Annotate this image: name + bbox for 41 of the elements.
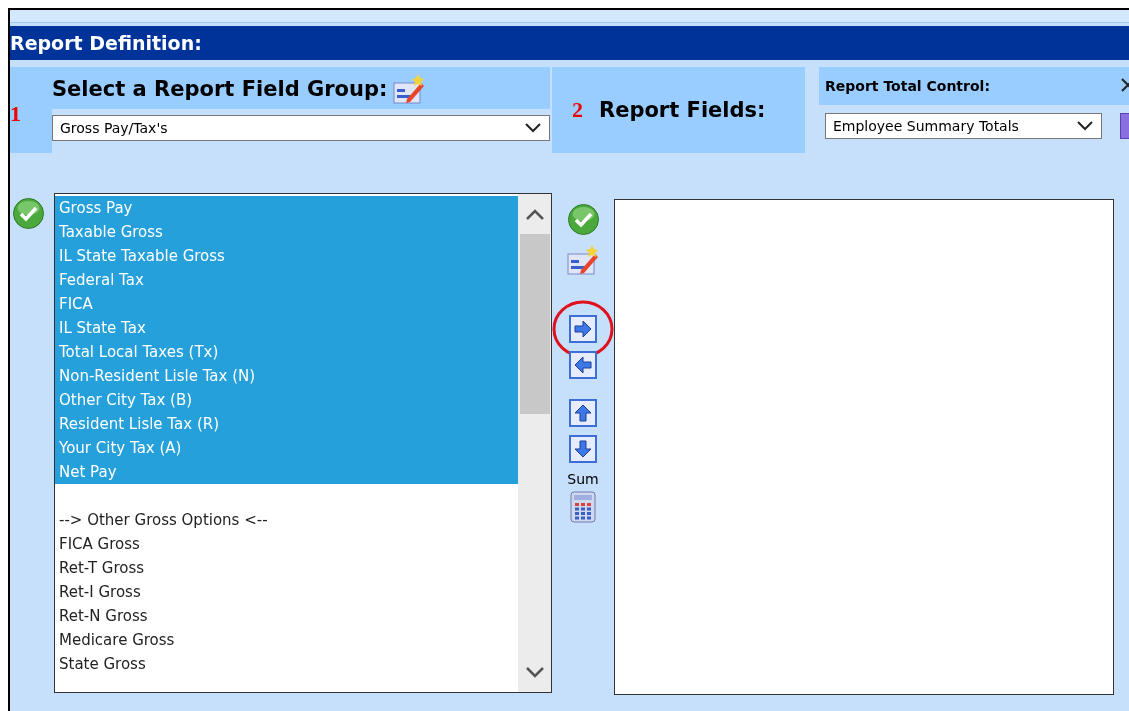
- list-option[interactable]: FICA Gross: [55, 532, 518, 556]
- total-control-dropdown[interactable]: Employee Summary Totals: [825, 113, 1103, 139]
- scroll-down-icon[interactable]: [525, 666, 544, 678]
- list-option[interactable]: Your City Tax (A): [55, 436, 518, 460]
- step-number: 1: [10, 101, 22, 127]
- check-icon[interactable]: [566, 203, 600, 236]
- step-number: 2: [572, 97, 583, 123]
- edit-icon[interactable]: [566, 244, 600, 277]
- list-option[interactable]: Resident Lisle Tax (R): [55, 412, 518, 436]
- field-group-dropdown[interactable]: Gross Pay/Tax's: [52, 115, 550, 141]
- list-option[interactable]: Gross Pay: [55, 196, 518, 220]
- group-heading[interactable]: --> Other Gross Options <--: [55, 508, 518, 532]
- list-option[interactable]: State Gross: [55, 652, 518, 676]
- sum-label: Sum: [567, 471, 599, 487]
- caret-icon[interactable]: [1077, 121, 1094, 131]
- available-fields-list[interactable]: [54, 193, 552, 693]
- edit-icon[interactable]: [393, 72, 427, 106]
- close-icon[interactable]: [1121, 78, 1129, 94]
- calculator-icon[interactable]: [570, 491, 596, 523]
- list-option[interactable]: FICA: [55, 292, 518, 316]
- check-icon[interactable]: [12, 197, 45, 230]
- list-option[interactable]: Medicare Gross: [55, 628, 518, 652]
- caret-icon[interactable]: [525, 123, 541, 133]
- list-option[interactable]: Net Pay: [55, 460, 518, 484]
- report-fields-list[interactable]: [614, 199, 1114, 695]
- list-option[interactable]: Non-Resident Lisle Tax (N): [55, 364, 518, 388]
- total-control-label: Report Total Control:: [825, 77, 990, 96]
- list-option[interactable]: IL State Tax: [55, 316, 518, 340]
- list-option[interactable]: Ret-N Gross: [55, 604, 518, 628]
- list-option[interactable]: Ret-I Gross: [55, 580, 518, 604]
- list-option[interactable]: Taxable Gross: [55, 220, 518, 244]
- list-option[interactable]: Other City Tax (B): [55, 388, 518, 412]
- scroll-up-icon[interactable]: [525, 208, 544, 220]
- report-fields-label: Report Fields:: [599, 98, 766, 122]
- list-option[interactable]: Total Local Taxes (Tx): [55, 340, 518, 364]
- list-option[interactable]: Ret-T Gross: [55, 556, 518, 580]
- section-title: Report Definition:: [10, 26, 1129, 60]
- list-option[interactable]: IL State Taxable Gross: [55, 244, 518, 268]
- list-option[interactable]: Federal Tax: [55, 268, 518, 292]
- scrollbar[interactable]: [518, 194, 551, 692]
- field-group-label: Select a Report Field Group:: [52, 77, 388, 101]
